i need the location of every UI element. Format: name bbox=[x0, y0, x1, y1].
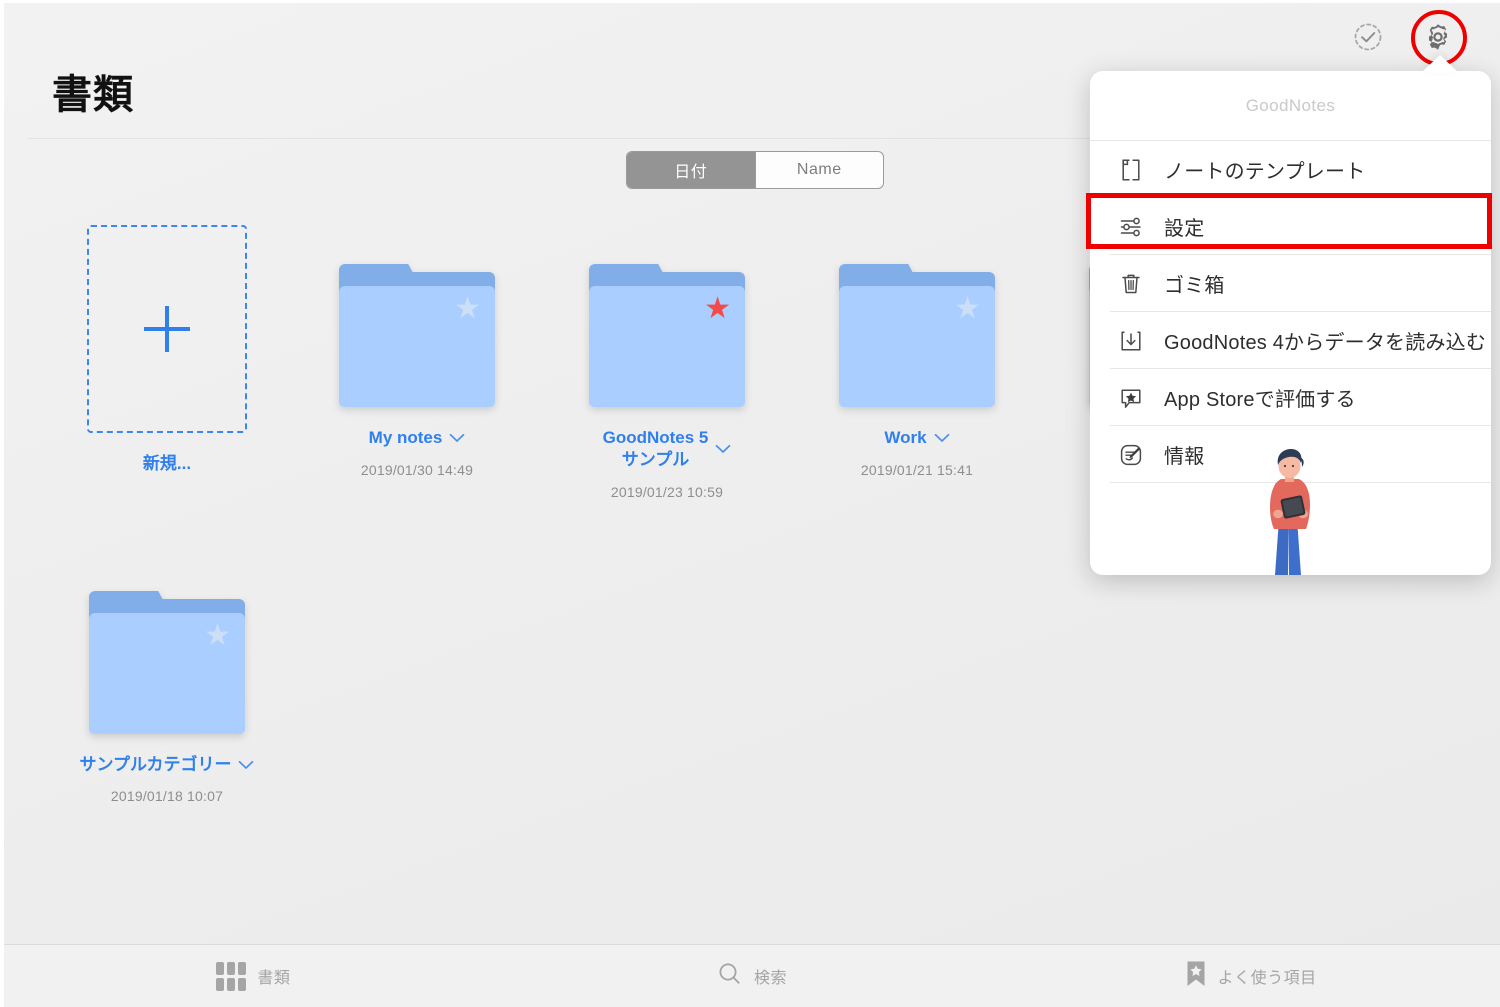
chevron-down-icon[interactable] bbox=[238, 754, 254, 776]
gear-icon bbox=[1429, 24, 1447, 50]
folder-icon: ★ bbox=[839, 264, 995, 407]
import-download-icon bbox=[1110, 324, 1152, 358]
folder-name[interactable]: Work bbox=[884, 427, 949, 449]
sort-option-date[interactable]: 日付 bbox=[627, 152, 755, 188]
popover-arrow bbox=[1421, 55, 1459, 73]
settings-button[interactable] bbox=[1411, 10, 1467, 66]
top-bar-actions bbox=[1346, 10, 1467, 66]
settings-popover-menu: GoodNotes ノートのテンプレート 設定 ゴミ箱 GoodNotes 4か… bbox=[1090, 71, 1491, 575]
folder-date: 2019/01/30 14:49 bbox=[360, 461, 474, 478]
cell-label-text: 新規... bbox=[142, 454, 192, 473]
folder-icon: ★ bbox=[89, 590, 245, 734]
star-bubble-icon bbox=[1110, 381, 1152, 415]
cell-label-text: サンプルカテゴリー bbox=[79, 754, 232, 774]
folder-cell-sample-category[interactable]: ★ サンプルカテゴリー 2019/01/18 10:07 bbox=[42, 530, 292, 805]
cell-label-text: Work bbox=[884, 428, 927, 447]
bookmark-star-icon bbox=[1185, 960, 1207, 993]
menu-item-label: App Storeで評価する bbox=[1164, 389, 1356, 411]
menu-item-note-templates[interactable]: ノートのテンプレート bbox=[1090, 141, 1491, 198]
menu-item-label: GoodNotes 4からデータを読み込む bbox=[1164, 332, 1487, 354]
menu-item-label: ゴミ箱 bbox=[1164, 275, 1225, 297]
note-template-icon bbox=[1110, 153, 1152, 187]
trash-icon bbox=[1110, 267, 1152, 301]
folder-thumb[interactable]: ★ bbox=[333, 203, 501, 407]
app-screen: 書類 日付 Name 新規... ★ My notes 2019/01/30 1… bbox=[0, 0, 1500, 1007]
select-button[interactable] bbox=[1346, 15, 1390, 59]
check-circle-dashed-icon bbox=[1354, 23, 1382, 51]
cell-label-text-line1: GoodNotes 5 bbox=[602, 428, 709, 447]
chevron-down-icon[interactable] bbox=[715, 438, 731, 460]
menu-item-label: ノートのテンプレート bbox=[1164, 161, 1366, 183]
chevron-down-icon[interactable] bbox=[934, 427, 950, 449]
tab-search[interactable]: 検索 bbox=[503, 961, 1002, 992]
tab-label: よく使う項目 bbox=[1217, 970, 1317, 987]
folder-icon: ★ bbox=[589, 264, 745, 407]
folder-date: 2019/01/23 10:59 bbox=[610, 483, 724, 500]
menu-item-settings[interactable]: 設定 bbox=[1090, 198, 1491, 255]
favorite-star-icon[interactable]: ★ bbox=[454, 294, 481, 324]
favorite-star-icon[interactable]: ★ bbox=[704, 294, 731, 324]
folder-cell-goodnotes5-sample[interactable]: ★ GoodNotes 5 サンプル 2019/01/23 10:59 bbox=[542, 203, 792, 500]
cell-label-text-line2: サンプル bbox=[621, 449, 690, 469]
folder-name[interactable]: My notes bbox=[369, 427, 466, 449]
folder-thumb[interactable]: ★ bbox=[583, 203, 751, 407]
folder-cell-work[interactable]: ★ Work 2019/01/21 15:41 bbox=[792, 203, 1042, 478]
sort-segmented-control[interactable]: 日付 Name bbox=[626, 151, 884, 189]
folder-name[interactable]: サンプルカテゴリー bbox=[80, 754, 255, 776]
favorite-star-icon[interactable]: ★ bbox=[204, 620, 231, 651]
folder-name[interactable]: GoodNotes 5 サンプル bbox=[603, 427, 732, 471]
new-document-cell[interactable]: 新規... bbox=[42, 203, 292, 475]
tab-documents[interactable]: 書類 bbox=[4, 961, 503, 991]
menu-item-rate-app-store[interactable]: App Storeで評価する bbox=[1090, 369, 1491, 426]
favorite-star-icon[interactable]: ★ bbox=[954, 294, 981, 324]
folder-thumb[interactable]: ★ bbox=[83, 530, 251, 734]
folder-date: 2019/01/21 15:41 bbox=[860, 461, 974, 478]
folder-icon: ★ bbox=[339, 264, 495, 407]
menu-item-trash[interactable]: ゴミ箱 bbox=[1090, 255, 1491, 312]
sliders-settings-icon bbox=[1110, 210, 1152, 244]
folder-cell-my-notes[interactable]: ★ My notes 2019/01/30 14:49 bbox=[292, 203, 542, 478]
grid-icon bbox=[216, 961, 247, 991]
tab-label: 書類 bbox=[257, 970, 291, 987]
tab-label: 検索 bbox=[754, 970, 788, 987]
sort-option-name[interactable]: Name bbox=[754, 152, 884, 188]
person-with-tablet-illustration bbox=[1090, 435, 1491, 575]
cell-label-text: My notes bbox=[368, 428, 443, 447]
folder-thumb[interactable]: ★ bbox=[833, 203, 1001, 407]
menu-item-import-goodnotes4[interactable]: GoodNotes 4からデータを読み込む bbox=[1090, 312, 1491, 369]
new-document-label: 新規... bbox=[143, 453, 191, 475]
tab-favorites[interactable]: よく使う項目 bbox=[1001, 960, 1500, 993]
menu-item-label: 設定 bbox=[1164, 218, 1205, 240]
chevron-down-icon[interactable] bbox=[449, 427, 465, 449]
page-title: 書類 bbox=[52, 73, 134, 117]
folder-date: 2019/01/18 10:07 bbox=[110, 788, 224, 805]
bottom-tab-bar: 書類 検索 よく使う項目 bbox=[4, 944, 1500, 1007]
popover-title: GoodNotes bbox=[1090, 71, 1491, 141]
search-icon bbox=[717, 961, 743, 992]
plus-icon bbox=[144, 306, 190, 352]
new-document-thumb[interactable] bbox=[87, 225, 247, 433]
